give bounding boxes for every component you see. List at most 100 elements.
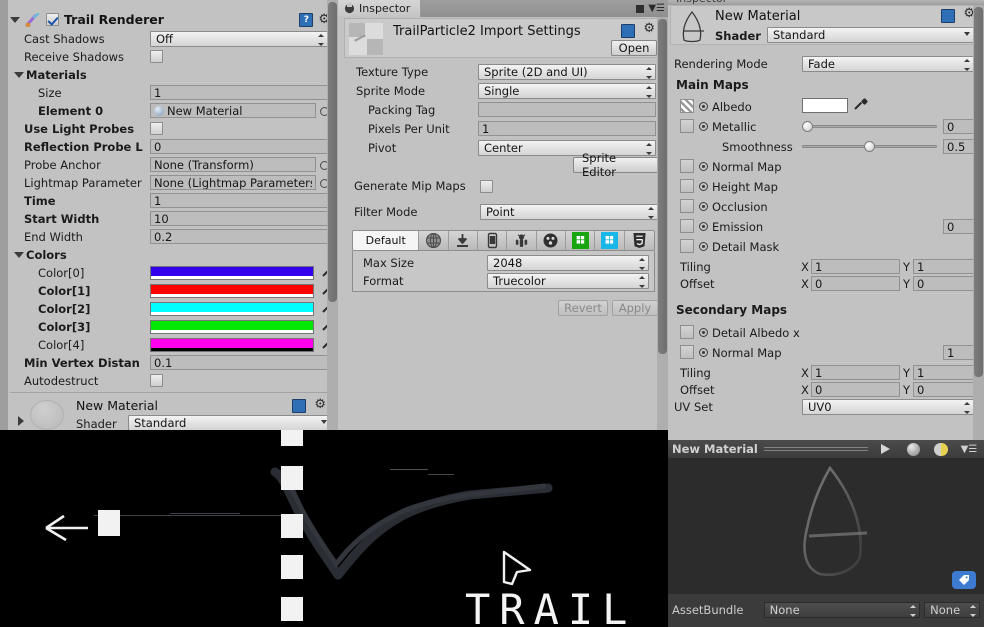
color-field-albedo[interactable] xyxy=(802,98,848,113)
eyedropper-icon-albedo[interactable] xyxy=(854,99,867,113)
checkbox-autodestruct[interactable] xyxy=(150,374,163,387)
help-book-icon[interactable] xyxy=(292,399,306,413)
platform-tab-ios[interactable] xyxy=(478,231,508,250)
component-enabled-checkbox[interactable] xyxy=(46,13,59,26)
color-swatch-color-0[interactable] xyxy=(150,266,314,280)
input-size[interactable]: 1 xyxy=(150,85,328,100)
color-swatch-color-2[interactable] xyxy=(150,302,314,316)
sphere-preview-icon[interactable] xyxy=(902,442,924,457)
platform-tab-webgl[interactable] xyxy=(624,231,654,250)
platform-tab-strip[interactable]: Default xyxy=(352,230,655,251)
rendering-mode-popup[interactable]: Fade xyxy=(802,56,974,72)
input-offset-x[interactable]: 0 xyxy=(811,276,900,291)
shader-popup[interactable]: Standard xyxy=(128,415,332,430)
texture-slot-occlusion[interactable] xyxy=(680,199,694,213)
slider-smoothness[interactable] xyxy=(802,139,937,153)
middle-panel-scrollbar[interactable] xyxy=(657,17,668,430)
color-swatch-color-3[interactable] xyxy=(150,320,314,334)
revert-button[interactable]: Revert xyxy=(558,300,608,316)
input-offset-x[interactable]: 0 xyxy=(811,382,900,397)
preview-drag-handle[interactable] xyxy=(763,447,868,451)
checkbox-receive-shadows[interactable] xyxy=(150,50,163,63)
gear-icon[interactable]: ⚙ xyxy=(643,22,655,35)
texture-slot-height-map[interactable] xyxy=(680,179,694,193)
right-panel-scrollbar[interactable] xyxy=(973,5,984,440)
globe-icon xyxy=(424,231,444,250)
component-header[interactable]: Trail Renderer ? ⚙ xyxy=(10,10,330,29)
foldout-icon-colors[interactable] xyxy=(14,252,24,258)
tag-icon[interactable] xyxy=(952,571,976,589)
gear-icon[interactable]: ⚙ xyxy=(314,398,326,411)
map-toggle-occlusion[interactable] xyxy=(699,202,708,211)
generate-mipmaps-checkbox[interactable] xyxy=(480,179,493,193)
sprite-editor-button[interactable]: Sprite Editor xyxy=(573,151,659,179)
map-toggle-detail-mask[interactable] xyxy=(699,242,708,251)
shader-popup[interactable]: Standard xyxy=(767,27,975,43)
help-book-icon[interactable]: ? xyxy=(299,12,314,27)
preview-options-icon[interactable]: ▼☰ xyxy=(958,442,980,457)
platform-tab-windows-store[interactable] xyxy=(566,231,596,250)
left-panel-scrollbar[interactable] xyxy=(327,0,338,430)
material-foldout-icon[interactable] xyxy=(18,416,24,426)
platform-tab-tizen[interactable] xyxy=(536,231,567,250)
game-view[interactable]: TRAIL xyxy=(0,430,661,627)
texture-slot-albedo[interactable] xyxy=(680,99,694,113)
platform-tab-android[interactable] xyxy=(507,231,537,250)
texture-slot-metallic[interactable] xyxy=(680,119,694,133)
map-toggle-albedo[interactable] xyxy=(699,102,708,111)
lighting-toggle-icon[interactable] xyxy=(930,442,952,457)
input-tiling-x[interactable]: 1 xyxy=(811,259,900,274)
material-preview-viewport[interactable] xyxy=(668,459,984,594)
assetbundle-name-popup[interactable]: None xyxy=(763,602,921,618)
input-packing-tag[interactable] xyxy=(478,102,656,117)
play-icon[interactable] xyxy=(874,442,896,457)
object-field-lightmap-parameter[interactable]: None (Lightmap Parameters) xyxy=(150,175,316,190)
open-button[interactable]: Open xyxy=(611,40,657,56)
embedded-material-header[interactable]: New Material Shader Standard ⚙ xyxy=(10,396,332,430)
map-toggle-normal-map[interactable] xyxy=(699,162,708,171)
help-book-icon[interactable] xyxy=(941,9,955,23)
map-toggle-normal-map[interactable] xyxy=(699,348,708,357)
input-reflection-probe-l[interactable]: 0 xyxy=(150,139,328,154)
texture-slot-normal-map[interactable] xyxy=(680,345,694,359)
platform-tab-windows-phone[interactable] xyxy=(595,231,625,250)
texture-slot-normal-map[interactable] xyxy=(680,159,694,173)
assetbundle-variant-popup[interactable]: None xyxy=(924,602,980,618)
color-swatch-color-4[interactable] xyxy=(150,338,314,352)
foldout-icon-materials[interactable] xyxy=(14,72,24,78)
panel-menu-icon[interactable]: ▼☰ xyxy=(648,3,665,14)
popup-format[interactable]: Truecolor xyxy=(487,273,649,289)
color-swatch-color-1[interactable] xyxy=(150,284,314,298)
slider-metallic[interactable] xyxy=(802,119,937,133)
popup-max-size[interactable]: 2048 xyxy=(487,255,649,271)
map-toggle-detail-albedo-x[interactable] xyxy=(699,328,708,337)
tab-inspector[interactable]: Inspector xyxy=(338,0,422,17)
input-tiling-x[interactable]: 1 xyxy=(811,365,900,380)
lock-icon[interactable] xyxy=(636,4,645,13)
map-toggle-height-map[interactable] xyxy=(699,182,708,191)
filter-mode-popup[interactable]: Point xyxy=(480,204,658,220)
texture-slot-detail-albedo-x[interactable] xyxy=(680,325,694,339)
map-toggle-emission[interactable] xyxy=(699,222,708,231)
map-toggle-metallic[interactable] xyxy=(699,122,708,131)
input-end-width[interactable]: 0.2 xyxy=(150,229,328,244)
platform-tab-default[interactable]: Default xyxy=(353,231,420,250)
platform-tab-standalone[interactable] xyxy=(448,231,479,250)
popup-texture-type[interactable]: Sprite (2D and UI) xyxy=(478,64,656,80)
apply-button[interactable]: Apply xyxy=(612,300,658,316)
input-start-width[interactable]: 10 xyxy=(150,211,328,226)
input-time[interactable]: 1 xyxy=(150,193,328,208)
popup-sprite-mode[interactable]: Single xyxy=(478,83,656,99)
input-pixels-per-unit[interactable]: 1 xyxy=(478,121,656,136)
platform-tab-web[interactable] xyxy=(419,231,449,250)
checkbox-use-light-probes[interactable] xyxy=(150,122,163,135)
object-field-element-0[interactable]: New Material xyxy=(150,103,316,118)
object-field-probe-anchor[interactable]: None (Transform) xyxy=(150,157,316,172)
texture-slot-emission[interactable] xyxy=(680,219,694,233)
uv-set-popup[interactable]: UV0 xyxy=(802,399,974,415)
component-foldout-icon[interactable] xyxy=(10,16,20,23)
input-min-vertex-distan[interactable]: 0.1 xyxy=(150,355,328,370)
popup-cast-shadows[interactable]: Off xyxy=(150,31,328,47)
texture-slot-detail-mask[interactable] xyxy=(680,239,694,253)
help-book-icon[interactable] xyxy=(621,24,635,38)
